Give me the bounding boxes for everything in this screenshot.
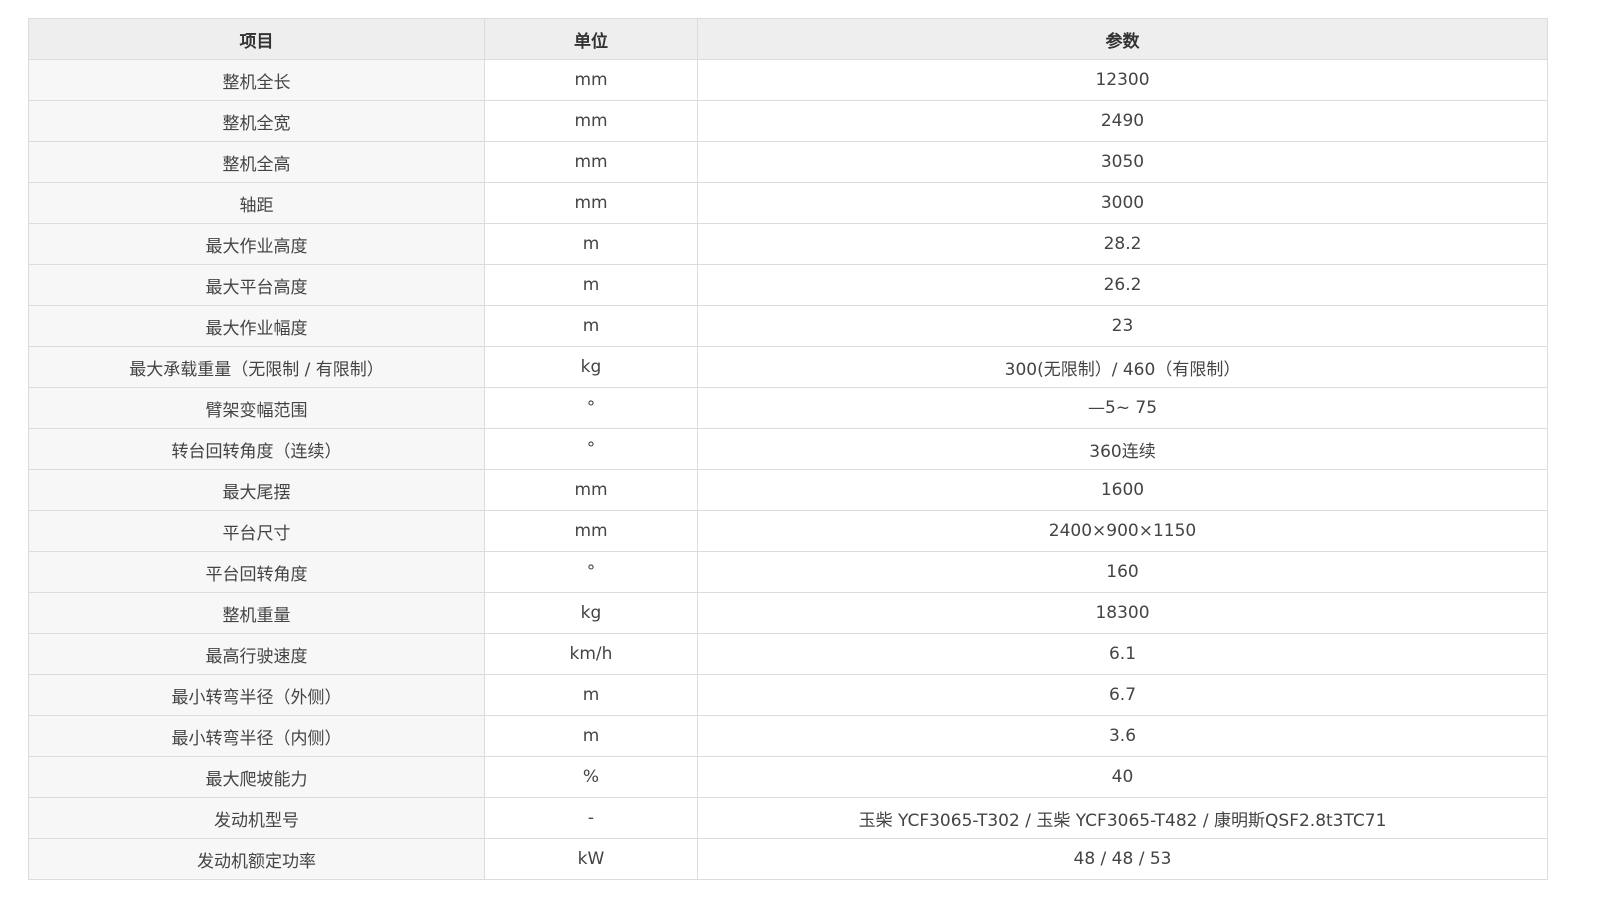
cell-unit: ° [484, 551, 698, 593]
cell-item: 整机全高 [28, 141, 485, 183]
table-row: 整机重量 kg 18300 [28, 592, 1548, 634]
cell-unit: ° [484, 387, 698, 429]
cell-item: 最小转弯半径（内侧） [28, 715, 485, 757]
table-row: 发动机额定功率 kW 48 / 48 / 53 [28, 838, 1548, 880]
header-row: 项目 单位 参数 [28, 18, 1548, 60]
cell-unit: m [484, 305, 698, 347]
cell-item: 最大爬坡能力 [28, 756, 485, 798]
table-body: 整机全长 mm 12300 整机全宽 mm 2490 整机全高 mm 3050 轴距 mm 3000 最… [28, 59, 1548, 880]
cell-item: 臂架变幅范围 [28, 387, 485, 429]
cell-unit: mm [484, 469, 698, 511]
cell-item: 整机重量 [28, 592, 485, 634]
cell-value: 40 [697, 756, 1548, 798]
cell-item: 最大作业高度 [28, 223, 485, 265]
cell-item: 发动机型号 [28, 797, 485, 839]
cell-value: 2490 [697, 100, 1548, 142]
header-unit: 单位 [484, 18, 698, 60]
cell-unit: m [484, 264, 698, 306]
table-header: 项目 单位 参数 [28, 18, 1548, 60]
cell-value: 360连续 [697, 428, 1548, 470]
table-row: 最大作业幅度 m 23 [28, 305, 1548, 347]
table-row: 最大平台高度 m 26.2 [28, 264, 1548, 306]
cell-value: 2400×900×1150 [697, 510, 1548, 552]
header-item: 项目 [28, 18, 485, 60]
cell-unit: kW [484, 838, 698, 880]
cell-value: 26.2 [697, 264, 1548, 306]
cell-value: 18300 [697, 592, 1548, 634]
cell-value: 6.1 [697, 633, 1548, 675]
cell-value: 1600 [697, 469, 1548, 511]
header-value: 参数 [697, 18, 1548, 60]
cell-item: 发动机额定功率 [28, 838, 485, 880]
cell-value: 23 [697, 305, 1548, 347]
table-row: 最大尾摆 mm 1600 [28, 469, 1548, 511]
cell-item: 转台回转角度（连续） [28, 428, 485, 470]
cell-value: 160 [697, 551, 1548, 593]
table-row: 轴距 mm 3000 [28, 182, 1548, 224]
cell-value: —5~ 75 [697, 387, 1548, 429]
cell-unit: mm [484, 182, 698, 224]
cell-unit: mm [484, 59, 698, 101]
cell-unit: m [484, 715, 698, 757]
cell-value: 6.7 [697, 674, 1548, 716]
cell-item: 最大尾摆 [28, 469, 485, 511]
cell-unit: ° [484, 428, 698, 470]
cell-unit: km/h [484, 633, 698, 675]
cell-value: 12300 [697, 59, 1548, 101]
table-row: 最小转弯半径（内侧） m 3.6 [28, 715, 1548, 757]
cell-unit: m [484, 674, 698, 716]
table-row: 整机全高 mm 3050 [28, 141, 1548, 183]
cell-item: 整机全长 [28, 59, 485, 101]
table-row: 最大作业高度 m 28.2 [28, 223, 1548, 265]
table-row: 转台回转角度（连续） ° 360连续 [28, 428, 1548, 470]
cell-value: 3.6 [697, 715, 1548, 757]
cell-unit: - [484, 797, 698, 839]
cell-item: 轴距 [28, 182, 485, 224]
cell-item: 最小转弯半径（外侧） [28, 674, 485, 716]
table-row: 整机全宽 mm 2490 [28, 100, 1548, 142]
cell-item: 整机全宽 [28, 100, 485, 142]
cell-unit: mm [484, 100, 698, 142]
cell-unit: m [484, 223, 698, 265]
cell-unit: mm [484, 510, 698, 552]
cell-item: 最大作业幅度 [28, 305, 485, 347]
cell-item: 平台回转角度 [28, 551, 485, 593]
cell-unit: % [484, 756, 698, 798]
cell-item: 最大承载重量（无限制 / 有限制） [28, 346, 485, 388]
cell-item: 平台尺寸 [28, 510, 485, 552]
cell-unit: mm [484, 141, 698, 183]
table-row: 最大爬坡能力% 40 [28, 756, 1548, 798]
table-row: 平台尺寸 mm 2400×900×1150 [28, 510, 1548, 552]
spec-table: 项目 单位 参数 整机全长 mm 12300 整机全宽 mm 2490 整机全高 mm 3050… [28, 18, 1548, 880]
table-row: 整机全长 mm 12300 [28, 59, 1548, 101]
cell-item: 最高行驶速度 [28, 633, 485, 675]
cell-value: 3050 [697, 141, 1548, 183]
table-row: 臂架变幅范围 ° —5~ 75 [28, 387, 1548, 429]
table-row: 平台回转角度 ° 160 [28, 551, 1548, 593]
cell-value: 48 / 48 / 53 [697, 838, 1548, 880]
table-row: 最大承载重量（无限制 / 有限制） kg 300(无限制）/ 460（有限制） [28, 346, 1548, 388]
cell-item: 最大平台高度 [28, 264, 485, 306]
cell-value: 300(无限制）/ 460（有限制） [697, 346, 1548, 388]
cell-value: 玉柴 YCF3065-T302 / 玉柴 YCF3065-T482 / 康明斯Q… [697, 797, 1548, 839]
cell-value: 3000 [697, 182, 1548, 224]
table-row: 最高行驶速度 km/h 6.1 [28, 633, 1548, 675]
cell-value: 28.2 [697, 223, 1548, 265]
cell-unit: kg [484, 592, 698, 634]
table-row: 最小转弯半径（外侧） m 6.7 [28, 674, 1548, 716]
cell-unit: kg [484, 346, 698, 388]
table-row: 发动机型号 - 玉柴 YCF3065-T302 / 玉柴 YCF3065-T482 … [28, 797, 1548, 839]
